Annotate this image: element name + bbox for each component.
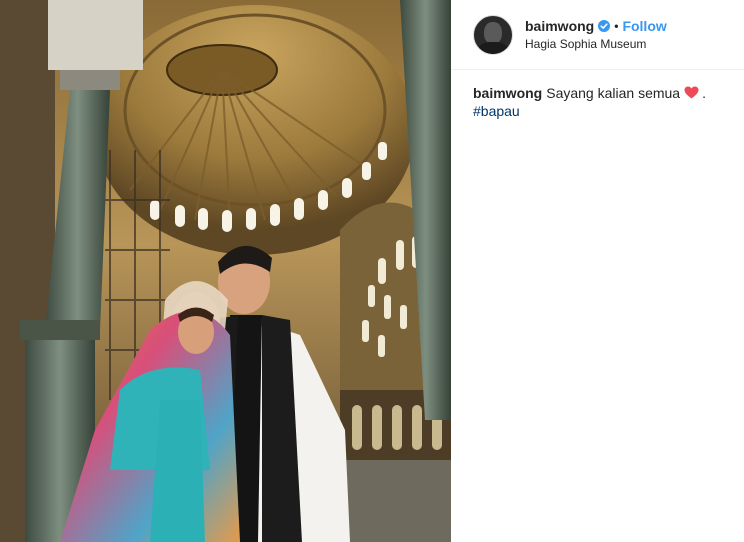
verified-badge-icon — [598, 20, 611, 32]
post-photo[interactable] — [0, 0, 451, 542]
header-text: baimwong • Follow Hagia Sophia Museum — [525, 18, 667, 51]
red-heart-icon — [684, 85, 699, 99]
post-caption: baimwong Sayang kalian semua. #bapau — [451, 70, 744, 120]
instagram-post: baimwong • Follow Hagia Sophia Museum ba… — [0, 0, 744, 542]
post-header: baimwong • Follow Hagia Sophia Museum — [451, 0, 744, 70]
caption-text: Sayang kalian semua — [546, 85, 681, 101]
location-link[interactable]: Hagia Sophia Museum — [525, 37, 667, 51]
post-sidebar: baimwong • Follow Hagia Sophia Museum ba… — [451, 0, 744, 542]
avatar-face — [484, 21, 502, 44]
avatar-shoulders — [478, 41, 508, 54]
avatar[interactable] — [473, 14, 513, 55]
hagia-sophia-photo — [0, 0, 451, 542]
author-username[interactable]: baimwong — [525, 18, 594, 34]
user-row: baimwong • Follow — [525, 18, 667, 34]
caption-username[interactable]: baimwong — [473, 85, 542, 101]
hashtag-link[interactable]: #bapau — [473, 102, 722, 120]
caption-trailing: . — [702, 85, 706, 101]
follow-button[interactable]: Follow — [622, 18, 666, 34]
separator-dot: • — [614, 19, 619, 33]
